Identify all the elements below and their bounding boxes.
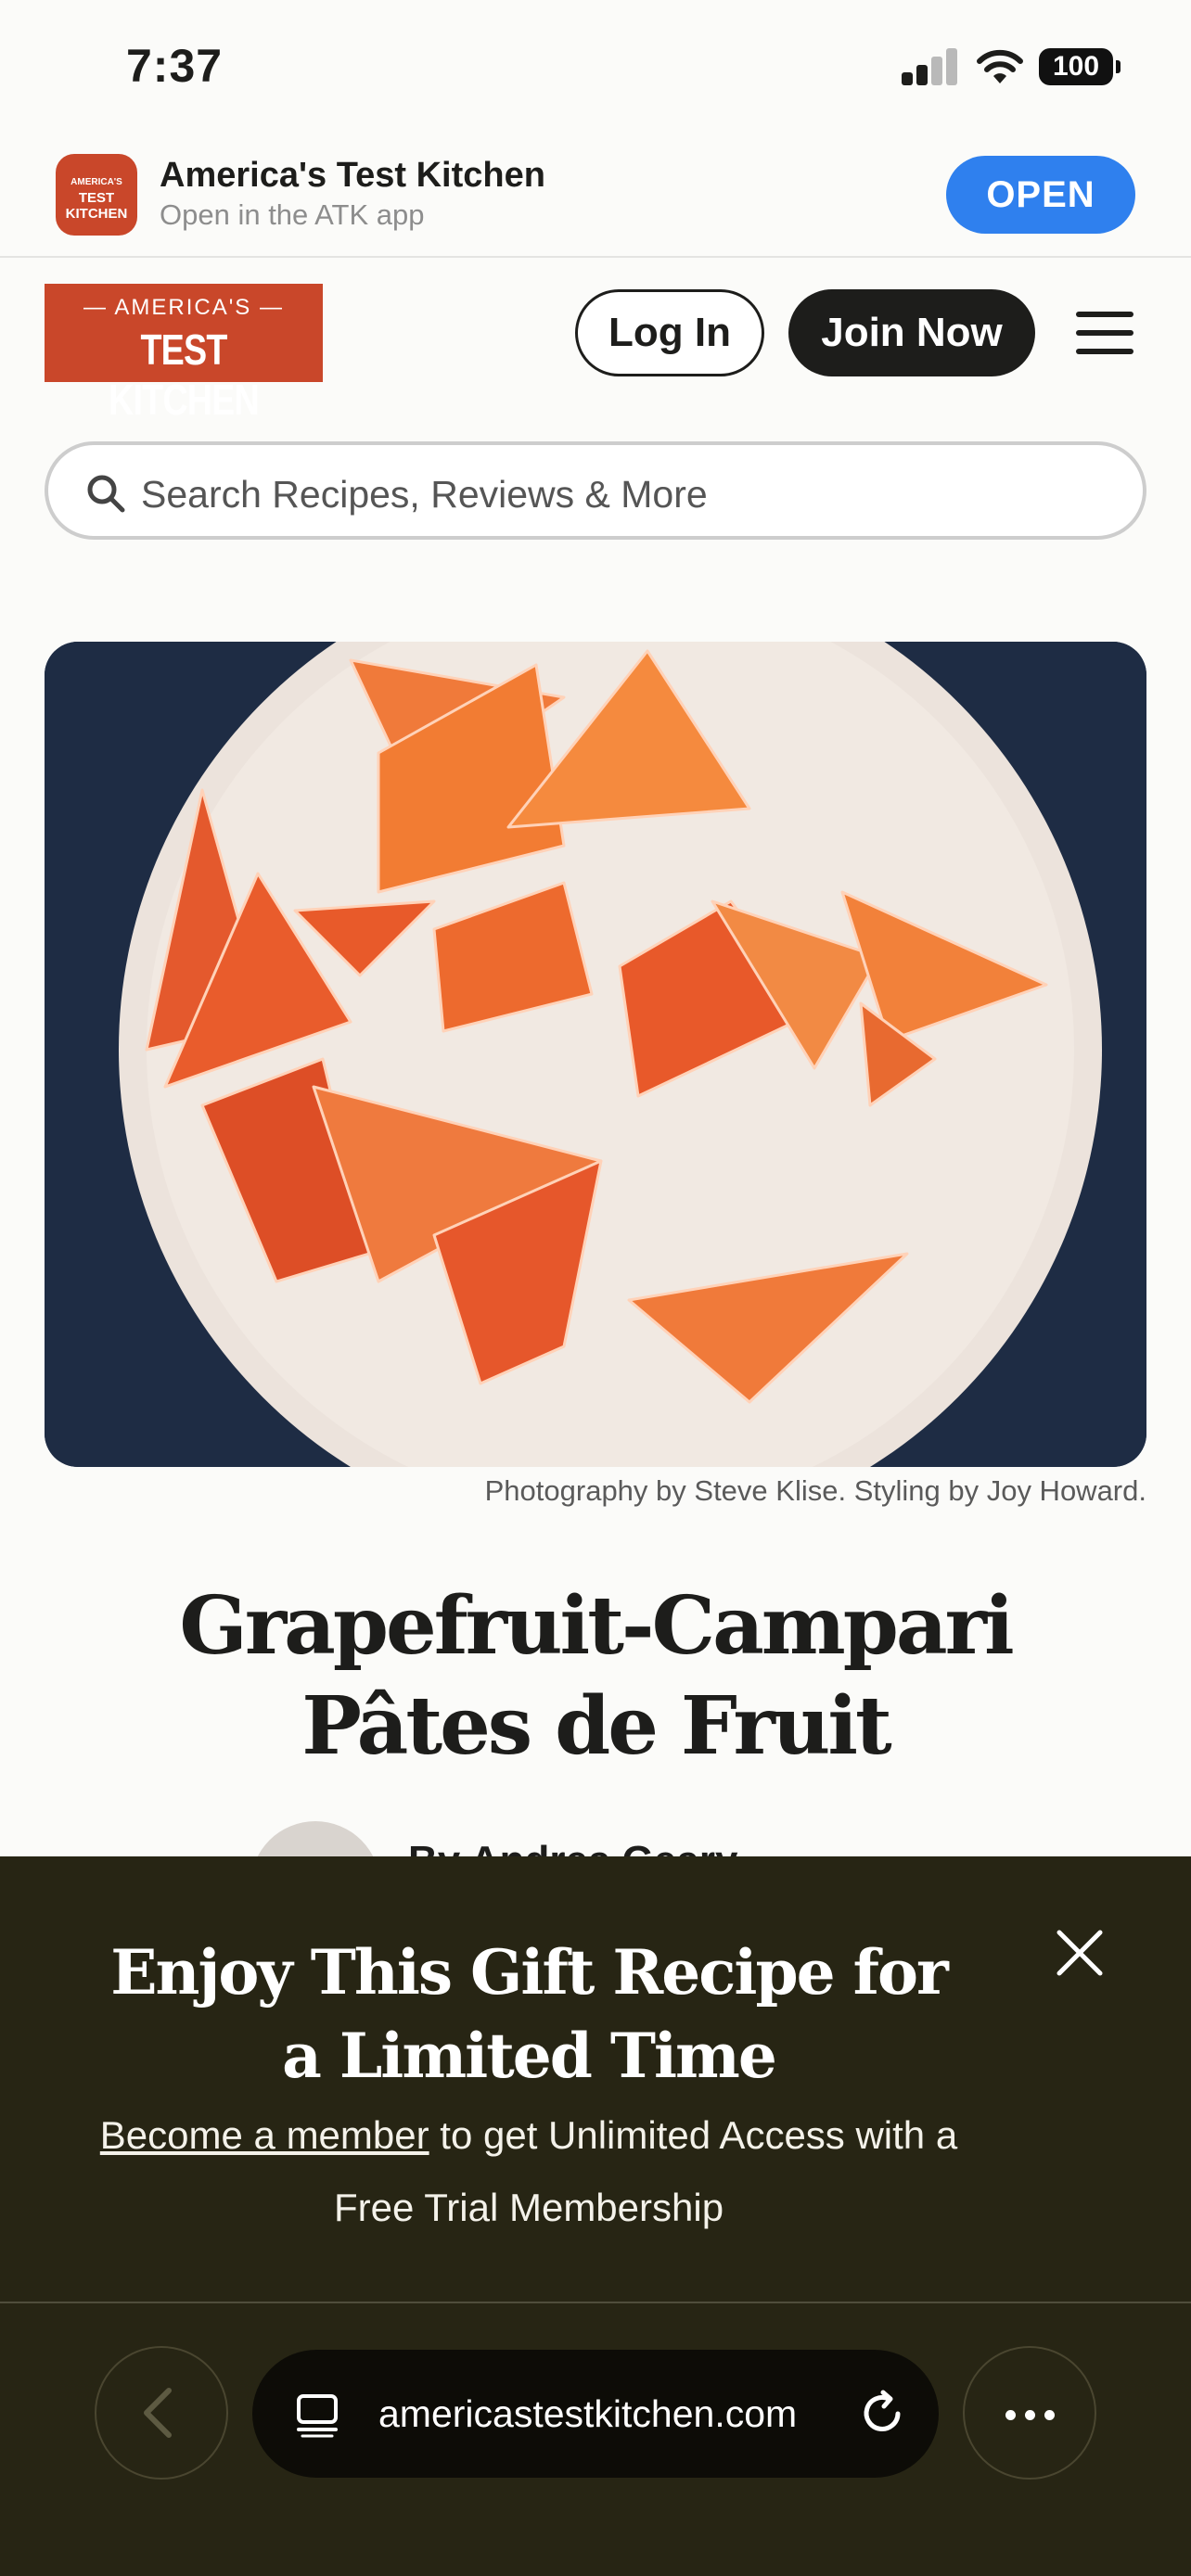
- photo-caption: Photography by Steve Klise. Styling by J…: [484, 1474, 1146, 1507]
- battery-icon: 100: [1039, 48, 1121, 85]
- app-icon: AMERICA'S TEST KITCHEN: [56, 154, 137, 236]
- app-banner-title: America's Test Kitchen: [160, 156, 545, 195]
- logo-main-text: TEST KITCHEN: [109, 325, 260, 424]
- menu-icon[interactable]: [1076, 312, 1133, 354]
- search-input[interactable]: Search Recipes, Reviews & More: [45, 441, 1146, 540]
- join-now-button[interactable]: Join Now: [788, 289, 1035, 376]
- status-time: 7:37: [126, 40, 224, 92]
- become-member-link[interactable]: Become a member: [100, 2113, 429, 2157]
- app-banner-subtitle: Open in the ATK app: [160, 198, 425, 231]
- recipe-hero-image: [45, 642, 1146, 1467]
- gift-banner-title: Enjoy This Gift Recipe for a Limited Tim…: [110, 1936, 949, 2092]
- logo-top-text: — AMERICA'S —: [83, 295, 284, 320]
- back-button[interactable]: [95, 2346, 228, 2480]
- search-icon: [87, 475, 125, 513]
- back-icon: [144, 2388, 172, 2438]
- site-logo[interactable]: — AMERICA'S — TEST KITCHEN: [45, 284, 323, 424]
- address-bar[interactable]: americastestkitchen.com: [252, 2350, 939, 2478]
- reload-icon[interactable]: [855, 2387, 909, 2441]
- close-icon[interactable]: [1054, 1927, 1106, 1979]
- app-banner: AMERICA'S TEST KITCHEN America's Test Ki…: [0, 139, 1191, 258]
- more-icon[interactable]: [963, 2346, 1096, 2480]
- gift-banner-text: Become a member to get Unlimited Access …: [83, 2099, 974, 2244]
- browser-toolbar: americastestkitchen.com: [0, 2303, 1191, 2576]
- wifi-icon: [977, 49, 1023, 83]
- status-bar: 7:37 100: [0, 0, 1191, 139]
- gift-recipe-banner: Enjoy This Gift Recipe for a Limited Tim…: [0, 1856, 1191, 2303]
- open-app-button[interactable]: OPEN: [946, 156, 1135, 234]
- login-button[interactable]: Log In: [575, 289, 764, 376]
- recipe-title: Grapefruit-Campari Pâtes de Fruit: [179, 1579, 1014, 1773]
- url-text: americastestkitchen.com: [378, 2392, 798, 2435]
- search-placeholder: Search Recipes, Reviews & More: [141, 473, 708, 516]
- signal-icon: [902, 48, 959, 85]
- tabs-icon[interactable]: [293, 2391, 341, 2439]
